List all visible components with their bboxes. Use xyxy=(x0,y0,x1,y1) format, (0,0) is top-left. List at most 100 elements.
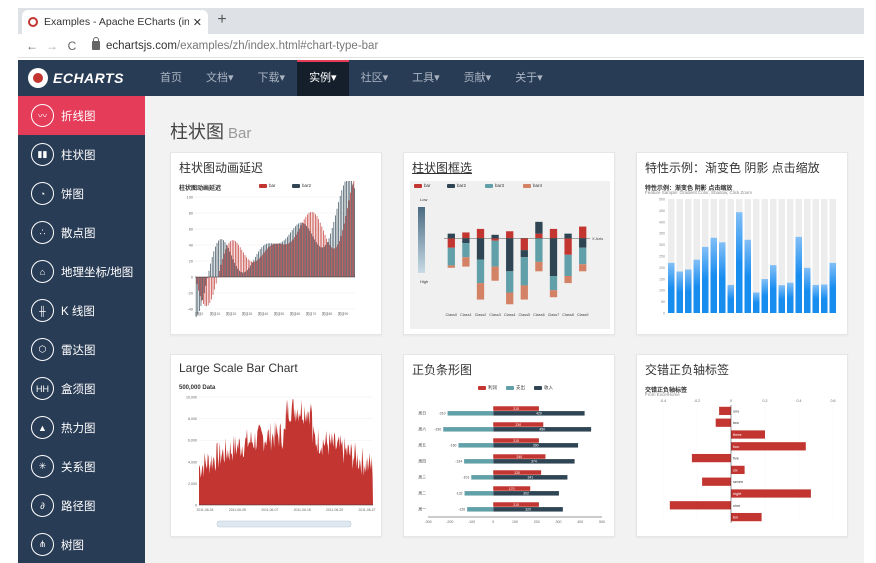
bar-series-2 xyxy=(303,223,304,277)
stacked-bar-series-2 xyxy=(447,233,455,239)
nav-item-2[interactable]: 下载▾ xyxy=(246,60,298,96)
nav-item-5[interactable]: 工具▾ xyxy=(400,60,452,96)
nav-item-7[interactable]: 关于▾ xyxy=(503,60,555,96)
bar-series-2 xyxy=(296,224,298,277)
browser-tab[interactable]: Examples - Apache ECharts (in ✕ xyxy=(22,10,208,34)
gradient-bar xyxy=(829,262,836,313)
sidebar-item-heatmap[interactable]: ▲ 热力图 xyxy=(18,408,145,447)
bar-series-2 xyxy=(266,243,267,277)
gradient-bar xyxy=(753,292,760,313)
example-card-large-scale-bar[interactable]: Large Scale Bar Chart 500,000 Data 10,00… xyxy=(170,354,382,537)
sidebar-item-scatter-chart[interactable]: ∴ 散点图 xyxy=(18,213,145,252)
sidebar-item-radar[interactable]: ⬡ 雷达图 xyxy=(18,330,145,369)
bar-series-1 xyxy=(350,192,351,277)
axis-tick-label: 0.6 xyxy=(831,399,836,403)
example-card-bar-brush[interactable]: 柱状图框选 bar bar2 bar3 bar4 Class0 Class1 Class2… xyxy=(403,152,615,335)
bar-series-1 xyxy=(327,242,329,277)
stacked-bar-series-4 xyxy=(506,292,514,305)
bar-series-2 xyxy=(251,262,253,277)
sidebar-item-graph[interactable]: ✳ 关系图 xyxy=(18,447,145,486)
bar-series-1 xyxy=(230,241,231,277)
axis-tick-label: -0.2 xyxy=(694,399,700,403)
expense-bar xyxy=(447,411,494,416)
bar-series-2 xyxy=(295,226,296,277)
bar-series-1 xyxy=(212,277,214,295)
bar-series-1 xyxy=(223,253,225,277)
bar-series-1 xyxy=(265,250,267,277)
example-card-bar-negative-label[interactable]: 交错正负轴标签 交错正负轴标签 From ExcelHome -0.4 -0.2 0… xyxy=(636,354,848,537)
axis-tick-label: 0 xyxy=(730,399,732,403)
bar-series-1 xyxy=(337,244,339,277)
new-tab-button[interactable]: + xyxy=(212,11,232,29)
bar-series-1 xyxy=(249,260,251,277)
sidebar-item-candlestick[interactable]: ╫ K 线图 xyxy=(18,291,145,330)
reload-icon[interactable]: C xyxy=(62,39,82,53)
card-title[interactable]: Large Scale Bar Chart xyxy=(179,361,298,375)
echarts-logo[interactable]: ECHARTS xyxy=(18,68,148,88)
visual-map-bar xyxy=(418,207,425,273)
sidebar-item-tree[interactable]: ⋔ 树图 xyxy=(18,525,145,563)
stacked-bar-series-4 xyxy=(549,290,558,298)
example-card-bar-negative[interactable]: 正负条形图 利润 支出 收入 周日 210 420 -210 周六 230 450 -230 周五 2… xyxy=(403,354,615,537)
close-tab-icon[interactable]: ✕ xyxy=(193,16,202,29)
axis-tick-label: 0.2 xyxy=(763,399,768,403)
bar-series-1 xyxy=(270,245,271,277)
expense-value-label: -101 xyxy=(462,476,469,480)
income-value-label: 374 xyxy=(531,460,537,464)
bar-series-1 xyxy=(305,216,307,277)
axis-tick-label: 100 xyxy=(187,196,193,200)
axis-tick-label: -0.4 xyxy=(660,399,666,403)
stacked-bar-series-1 xyxy=(549,228,558,239)
sidebar-item-label: 饼图 xyxy=(61,188,84,201)
nav-item-0[interactable]: 首页 xyxy=(148,60,194,96)
bar-series-1 xyxy=(334,248,335,277)
card-thumbnail[interactable]: 利润 支出 收入 周日 210 420 -210 周六 230 450 -230 周五 210 390-… xyxy=(410,383,610,531)
nav-item-1[interactable]: 文档▾ xyxy=(194,60,246,96)
logo-text: ECHARTS xyxy=(53,70,124,86)
forward-arrow-icon[interactable]: → xyxy=(42,39,62,53)
card-title[interactable]: 特性示例：渐变色 阴影 点击缩放 xyxy=(645,159,820,176)
bar-series-1 xyxy=(231,240,233,277)
category-label: four xyxy=(733,445,740,449)
sidebar-item-label: 关系图 xyxy=(61,461,96,474)
bar-series-2 xyxy=(213,251,215,277)
bar-series-2 xyxy=(226,244,227,277)
card-thumbnail[interactable]: 柱状图动画延迟 bar bar2 100 80 60 40 20 0 -20 -40 类目0 类目1… xyxy=(177,181,377,329)
bar-series-1 xyxy=(254,261,255,277)
card-title[interactable]: 交错正负轴标签 xyxy=(645,361,729,378)
card-thumbnail[interactable]: 500,000 Data 10,000 8,000 6,000 4,000 2,000 0… xyxy=(177,383,377,531)
bar-series-1 xyxy=(329,245,331,277)
sidebar-item-map[interactable]: ⌂ 地理坐标/地图 xyxy=(18,252,145,291)
axis-tick-label: 300 xyxy=(556,520,562,524)
card-thumbnail[interactable]: bar bar2 bar3 bar4 Class0 Class1 Class2 Class3… xyxy=(410,181,610,329)
url-field[interactable]: echartsjs.com/examples/zh/index.html#cha… xyxy=(106,40,378,52)
back-arrow-icon[interactable]: ← xyxy=(22,39,42,53)
bar-series-2 xyxy=(307,228,309,277)
stacked-bar-series-1 xyxy=(476,228,485,239)
site-navbar: ECHARTS 首页 文档▾ 下载▾ 实例▾ 社区▾ 工具▾ 贡献▾ 关于▾ xyxy=(18,60,864,96)
card-title[interactable]: 柱状图动画延迟 xyxy=(179,159,263,176)
card-title[interactable]: 柱状图框选 xyxy=(412,159,472,176)
gradient-bar xyxy=(727,284,734,313)
example-card-bar-animation-delay[interactable]: 柱状图动画延迟 柱状图动画延迟 bar bar2 100 80 60 40 20 0 -20-… xyxy=(170,152,382,335)
gradient-bar xyxy=(744,239,751,313)
gradient-bar xyxy=(812,284,819,313)
bar-series-1 xyxy=(247,259,249,277)
sidebar-item-line-chart[interactable]: 〰折线图 xyxy=(18,96,145,135)
card-title[interactable]: 正负条形图 xyxy=(412,361,472,378)
bar-series-2 xyxy=(215,246,216,277)
sidebar-item-boxplot[interactable]: HH 盒须图 xyxy=(18,369,145,408)
sidebar-item-bar-chart[interactable]: ▮▮ 柱状图 xyxy=(18,135,145,174)
nav-item-4[interactable]: 社区▾ xyxy=(349,60,401,96)
card-thumbnail[interactable]: 交错正负轴标签 From ExcelHome -0.4 -0.2 0 0.2 0.4 0.… xyxy=(643,383,843,531)
bar-series-2 xyxy=(338,202,339,277)
bar-series-1 xyxy=(281,244,283,277)
example-card-bar-gradient[interactable]: 特性示例：渐变色 阴影 点击缩放 特性示例：渐变色 阴影 点击缩放 Featur… xyxy=(636,152,848,335)
card-thumbnail[interactable]: 特性示例：渐变色 阴影 点击缩放 Feature Sample: Gradien… xyxy=(643,181,843,329)
bar-series-2 xyxy=(293,228,295,277)
nav-item-3[interactable]: 实例▾ xyxy=(297,60,349,96)
bar-series-1 xyxy=(311,211,313,277)
sidebar-item-lines[interactable]: ∂ 路径图 xyxy=(18,486,145,525)
sidebar-item-pie-chart[interactable]: ◔ 饼图 xyxy=(18,174,145,213)
nav-item-6[interactable]: 贡献▾ xyxy=(452,60,504,96)
